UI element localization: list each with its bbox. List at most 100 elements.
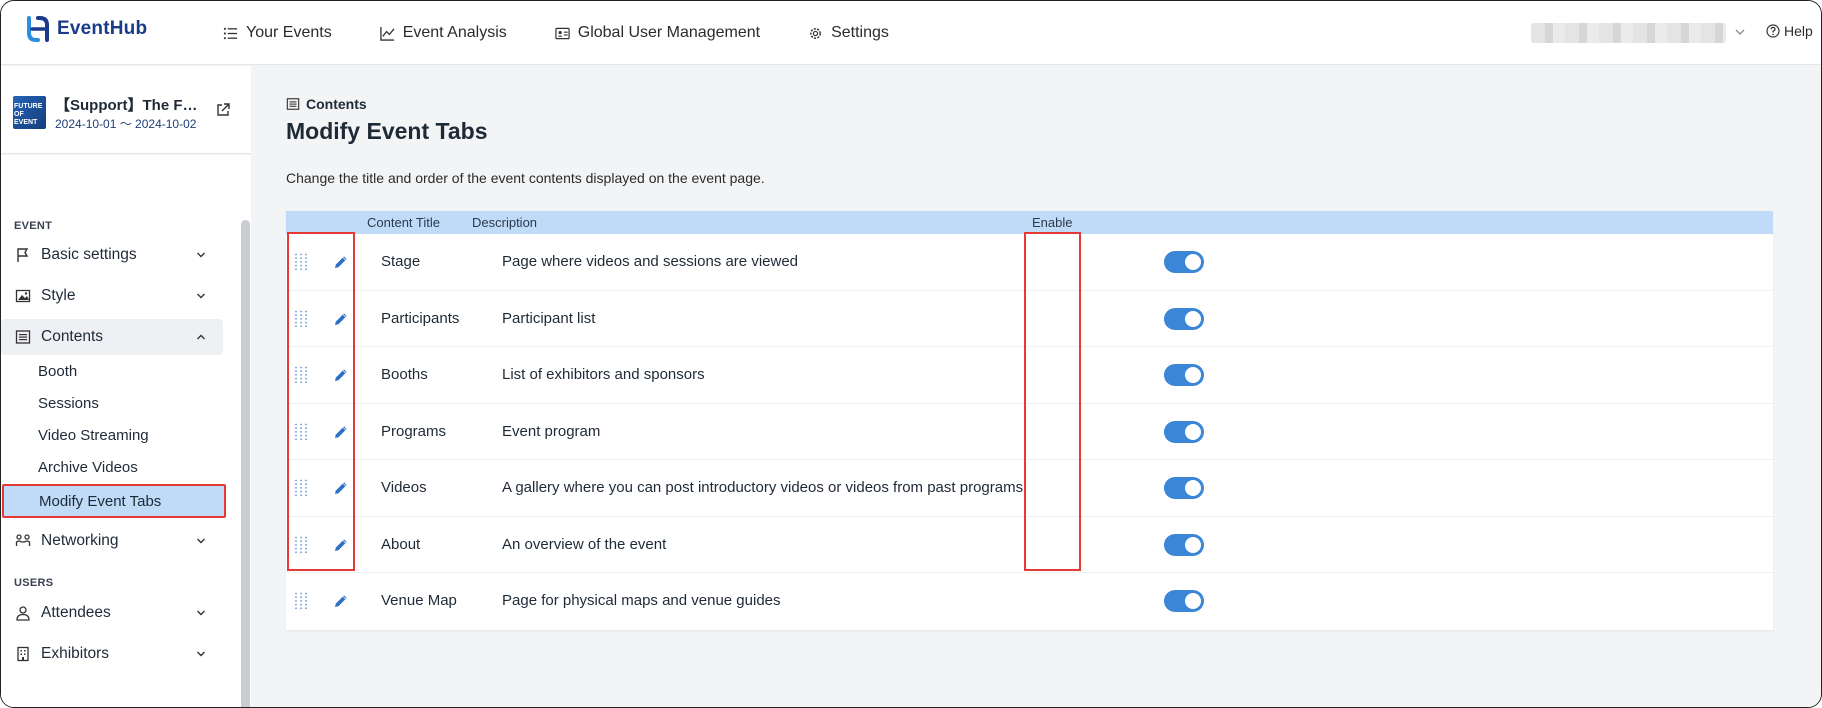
content-description: Participant list bbox=[502, 309, 596, 327]
main-content: Contents Modify Event Tabs Change the ti… bbox=[251, 66, 1821, 707]
content-description: An overview of the event bbox=[502, 535, 667, 553]
chart-icon bbox=[379, 26, 395, 41]
enable-toggle[interactable] bbox=[1164, 251, 1204, 273]
drag-handle-icon[interactable] bbox=[294, 479, 308, 497]
content-title: Programs bbox=[381, 422, 447, 440]
enable-toggle[interactable] bbox=[1164, 533, 1204, 556]
drag-handle-icon[interactable] bbox=[294, 423, 308, 441]
id-card-icon bbox=[555, 27, 570, 39]
main-nav: Your Events Event Analysis Global User M… bbox=[223, 1, 889, 65]
table-header: Content Title Description Enable bbox=[286, 211, 1773, 234]
chevron-down-icon bbox=[197, 538, 205, 544]
sidebar-item-label: Style bbox=[41, 287, 76, 304]
chevron-down-icon[interactable] bbox=[1733, 25, 1747, 39]
pencil-icon[interactable] bbox=[333, 537, 349, 553]
sidebar-item-attendees[interactable]: Attendees bbox=[1, 595, 223, 631]
drag-handle-icon[interactable] bbox=[294, 310, 308, 328]
network-icon bbox=[15, 534, 31, 546]
content-title: Participants bbox=[381, 309, 460, 327]
nav-label: Event Analysis bbox=[402, 24, 507, 41]
sidebar-subitem-booth[interactable]: Booth bbox=[1, 354, 226, 388]
event-dates: 2024-10-01 〜 2024-10-02 bbox=[55, 117, 197, 131]
sidebar-subitem-video-streaming[interactable]: Video Streaming bbox=[1, 418, 226, 452]
sidebar-item-style[interactable]: Style bbox=[1, 278, 223, 314]
chevron-down-icon bbox=[197, 293, 205, 299]
user-menu[interactable] bbox=[1531, 23, 1726, 43]
section-label-event: EVENT bbox=[14, 220, 53, 232]
drag-handle-icon[interactable] bbox=[294, 366, 308, 384]
content-description: A gallery where you can post introductor… bbox=[502, 479, 1024, 496]
sidebar-subitem-sessions[interactable]: Sessions bbox=[1, 386, 226, 420]
chevron-down-icon bbox=[197, 610, 205, 616]
event-header: FUTURE OF EVENT 【Support】The F… 2024-10-… bbox=[1, 66, 251, 154]
table-row: Booths List of exhibitors and sponsors bbox=[286, 347, 1773, 404]
enable-toggle[interactable] bbox=[1164, 477, 1204, 499]
help-icon bbox=[1766, 24, 1780, 38]
content-title: Venue Map bbox=[381, 592, 457, 609]
eventhub-logo-icon bbox=[27, 16, 49, 42]
sidebar-item-exhibitors[interactable]: Exhibitors bbox=[1, 636, 223, 672]
sidebar: FUTURE OF EVENT 【Support】The F… 2024-10-… bbox=[1, 66, 251, 707]
pencil-icon[interactable] bbox=[333, 424, 349, 440]
help-link[interactable]: Help bbox=[1766, 23, 1813, 39]
pencil-icon[interactable] bbox=[333, 367, 349, 383]
content-description: Page where videos and sessions are viewe… bbox=[502, 253, 799, 270]
sidebar-item-label: Basic settings bbox=[41, 246, 137, 263]
nav-label: Global User Management bbox=[577, 24, 761, 41]
nav-global-user-management[interactable]: Global User Management bbox=[555, 24, 760, 42]
nav-label: Your Events bbox=[246, 24, 332, 41]
nav-settings[interactable]: Settings bbox=[808, 24, 889, 42]
app-window: EventHub Your Events Event Analysis Glob… bbox=[0, 0, 1822, 708]
content-description: Event program bbox=[502, 422, 601, 440]
contents-icon bbox=[15, 330, 31, 344]
content-title: About bbox=[381, 535, 421, 553]
event-thumbnail: FUTURE OF EVENT bbox=[13, 96, 46, 129]
pencil-icon[interactable] bbox=[333, 254, 349, 270]
sidebar-item-contents[interactable]: Contents bbox=[1, 319, 223, 355]
drag-handle-icon[interactable] bbox=[294, 592, 308, 610]
content-title: Videos bbox=[381, 479, 427, 496]
sidebar-item-label: Contents bbox=[41, 328, 104, 345]
gear-icon bbox=[810, 27, 821, 39]
building-icon bbox=[17, 646, 29, 662]
breadcrumb-label: Contents bbox=[306, 96, 367, 112]
table-row: Stage Page where videos and sessions are … bbox=[286, 234, 1773, 291]
event-title: 【Support】The F… bbox=[55, 97, 198, 114]
list-icon bbox=[223, 27, 238, 39]
sidebar-item-basic-settings[interactable]: Basic settings bbox=[1, 237, 223, 273]
column-header-enable: Enable bbox=[1032, 215, 1073, 230]
content-title: Stage bbox=[381, 253, 421, 270]
sidebar-item-networking[interactable]: Networking bbox=[1, 523, 223, 559]
image-icon bbox=[15, 289, 31, 303]
table-body: Stage Page where videos and sessions are … bbox=[286, 234, 1773, 630]
section-label-users: USERS bbox=[14, 577, 54, 589]
content-title: Booths bbox=[381, 366, 428, 383]
column-header-title: Content Title bbox=[367, 215, 440, 230]
pencil-icon[interactable] bbox=[333, 480, 349, 496]
flag-icon bbox=[17, 248, 29, 262]
drag-handle-icon[interactable] bbox=[294, 536, 308, 554]
chevron-down-icon bbox=[197, 651, 205, 657]
drag-handle-icon[interactable] bbox=[294, 253, 308, 271]
pencil-icon[interactable] bbox=[333, 311, 349, 327]
sidebar-scrollbar[interactable] bbox=[241, 220, 250, 707]
event-tabs-table: Content Title Description Enable Stage Pa… bbox=[286, 211, 1773, 630]
enable-toggle[interactable] bbox=[1164, 590, 1204, 612]
content-description: List of exhibitors and sponsors bbox=[502, 366, 705, 383]
enable-toggle[interactable] bbox=[1164, 307, 1204, 330]
table-row: Venue Map Page for physical maps and venu… bbox=[286, 573, 1773, 630]
sidebar-item-label: Networking bbox=[41, 532, 119, 549]
external-link-icon[interactable] bbox=[215, 102, 231, 118]
nav-event-analysis[interactable]: Event Analysis bbox=[379, 24, 507, 42]
sidebar-subitem-modify-event-tabs[interactable]: Modify Event Tabs bbox=[2, 484, 226, 518]
chevron-up-icon bbox=[197, 334, 205, 340]
logo[interactable]: EventHub bbox=[25, 15, 147, 43]
pencil-icon[interactable] bbox=[333, 593, 349, 609]
nav-label: Settings bbox=[831, 24, 889, 41]
nav-your-events[interactable]: Your Events bbox=[223, 24, 332, 42]
sidebar-subitem-archive-videos[interactable]: Archive Videos bbox=[1, 450, 226, 484]
enable-toggle[interactable] bbox=[1164, 364, 1204, 386]
table-row: Participants Participant list bbox=[286, 291, 1773, 347]
page-title: Modify Event Tabs bbox=[286, 118, 488, 144]
enable-toggle[interactable] bbox=[1164, 420, 1204, 443]
